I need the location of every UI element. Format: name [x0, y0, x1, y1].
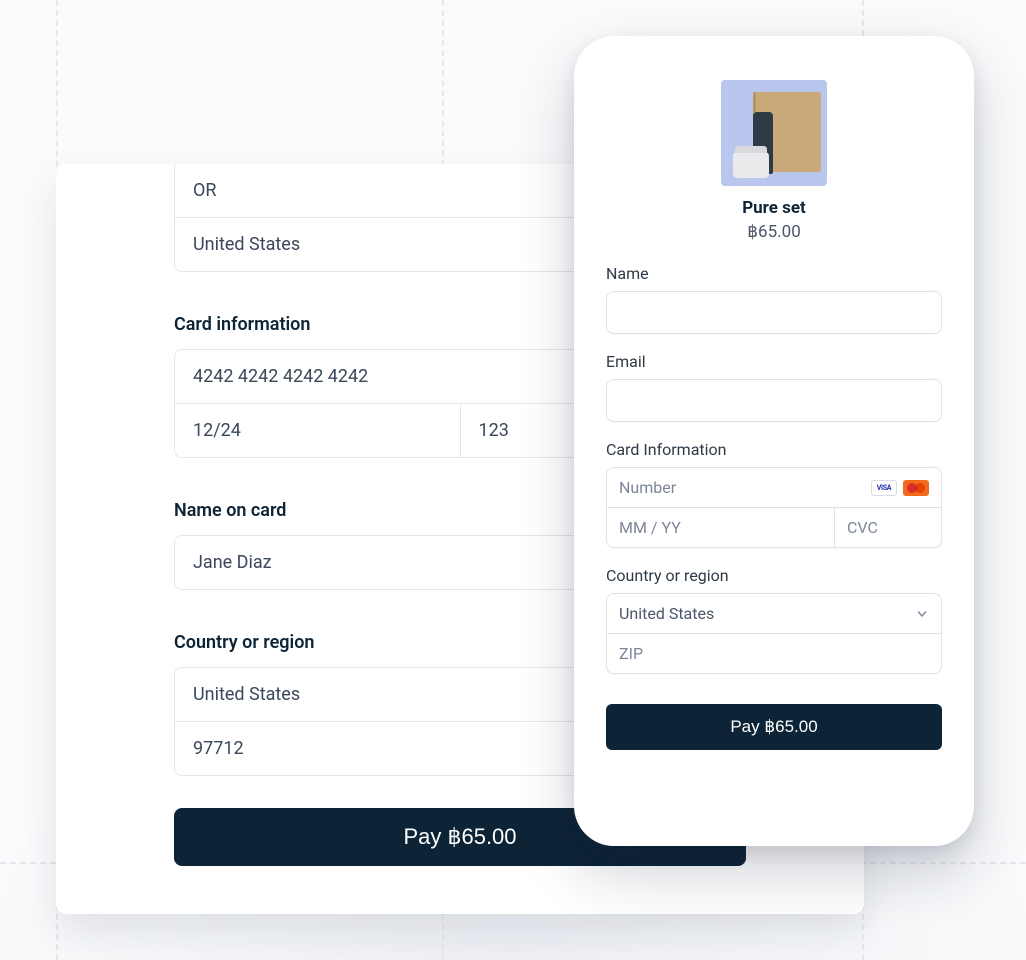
mobile-checkout-phone: Pure set ฿65.00 Name Email Card Informat… — [574, 36, 974, 846]
product-name: Pure set — [606, 198, 942, 218]
mobile-name-field[interactable] — [606, 291, 942, 334]
mobile-region-country-select[interactable]: United States — [607, 594, 941, 633]
product-price: ฿65.00 — [606, 222, 942, 242]
mobile-region-group: United States — [606, 593, 942, 674]
mobile-email-label: Email — [606, 352, 942, 371]
mobile-card-info-group: VISA — [606, 467, 942, 548]
card-expiry-field[interactable] — [175, 404, 460, 457]
visa-icon: VISA — [871, 480, 897, 496]
mobile-region-country-value: United States — [619, 604, 915, 623]
chevron-down-icon — [915, 607, 929, 621]
mobile-card-expiry-field[interactable] — [619, 518, 822, 537]
mobile-pay-button[interactable]: Pay ฿65.00 — [606, 704, 942, 750]
product-image — [721, 80, 827, 186]
mobile-card-number-field[interactable] — [619, 478, 865, 497]
mastercard-icon — [903, 480, 929, 496]
mobile-name-label: Name — [606, 264, 942, 283]
mobile-card-info-label: Card Information — [606, 440, 942, 459]
mobile-region-zip-field[interactable] — [619, 644, 929, 663]
mobile-region-label: Country or region — [606, 566, 942, 585]
mobile-card-cvc-field[interactable] — [847, 518, 942, 537]
mobile-email-field[interactable] — [606, 379, 942, 422]
